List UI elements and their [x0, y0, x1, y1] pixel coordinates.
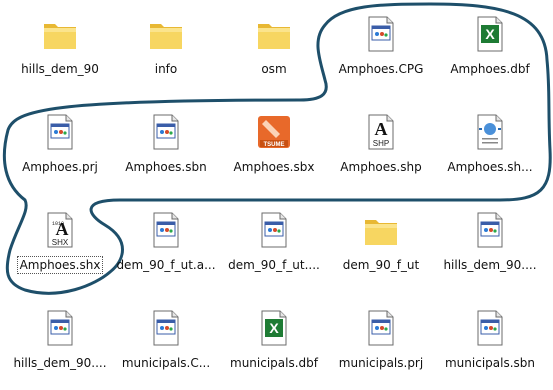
- generic-file-icon: [361, 14, 401, 54]
- generic-file-icon: [361, 308, 401, 348]
- file-item[interactable]: hills_dem_90: [6, 2, 114, 86]
- file-label: Amphoes.sbx: [233, 160, 315, 174]
- file-label: municipals.C...: [121, 356, 211, 370]
- file-label: hills_dem_90....: [443, 258, 537, 272]
- file-item[interactable]: Amphoes.sbn: [112, 100, 220, 184]
- file-label: Amphoes.prj: [22, 160, 98, 174]
- file-label: hills_dem_90: [21, 62, 99, 76]
- folder-icon: [146, 14, 186, 54]
- file-item[interactable]: Amphoes.prj: [6, 100, 114, 184]
- folder-icon: [361, 210, 401, 250]
- generic-file-icon: [470, 308, 510, 348]
- shp-file-icon: A SHP: [361, 112, 401, 152]
- generic-file-icon: [40, 112, 80, 152]
- folder-icon: [254, 14, 294, 54]
- file-label: info: [154, 62, 178, 76]
- shx-file-icon: 1010 A SHX: [40, 210, 80, 250]
- file-label: municipals.prj: [338, 356, 424, 370]
- file-item[interactable]: osm: [220, 2, 328, 86]
- folder-icon: [40, 14, 80, 54]
- file-label: municipals.sbn: [444, 356, 535, 370]
- file-item[interactable]: hills_dem_90....: [6, 296, 114, 380]
- file-item[interactable]: hills_dem_90....: [436, 198, 544, 282]
- file-label: Amphoes.sbn: [125, 160, 207, 174]
- file-label: Amphoes.dbf: [450, 62, 530, 76]
- generic-file-icon: [146, 210, 186, 250]
- svg-text:A: A: [56, 219, 69, 239]
- svg-text:SHX: SHX: [52, 238, 69, 247]
- file-item[interactable]: municipals.C...: [112, 296, 220, 380]
- file-item[interactable]: A SHP Amphoes.shp: [327, 100, 435, 184]
- file-item[interactable]: X Amphoes.dbf: [436, 2, 544, 86]
- generic-file-icon: [254, 210, 294, 250]
- file-item[interactable]: Amphoes.sh...: [436, 100, 544, 184]
- file-label: Amphoes.CPG: [338, 62, 424, 76]
- file-grid: hills_dem_90 info osm Amphoes.CPG X Amph…: [0, 0, 553, 390]
- file-label: hills_dem_90....: [13, 356, 107, 370]
- file-item[interactable]: X municipals.dbf: [220, 296, 328, 380]
- file-item[interactable]: dem_90_f_ut: [327, 198, 435, 282]
- file-label: Amphoes.shx: [16, 256, 104, 274]
- file-item[interactable]: TSUME Amphoes.sbx: [220, 100, 328, 184]
- generic-file-icon: [470, 210, 510, 250]
- file-label: Amphoes.sh...: [447, 160, 533, 174]
- file-label: dem_90_f_ut....: [228, 258, 320, 272]
- file-item[interactable]: Amphoes.CPG: [327, 2, 435, 86]
- xml-file-icon: [470, 112, 510, 152]
- tsume-file-icon: TSUME: [254, 112, 294, 152]
- file-item[interactable]: info: [112, 2, 220, 86]
- file-item[interactable]: 1010 A SHX Amphoes.shx: [6, 198, 114, 282]
- file-item[interactable]: dem_90_f_ut.a...: [112, 198, 220, 282]
- file-label: dem_90_f_ut: [342, 258, 420, 272]
- generic-file-icon: [40, 308, 80, 348]
- file-item[interactable]: dem_90_f_ut....: [220, 198, 328, 282]
- file-label: municipals.dbf: [230, 356, 318, 370]
- generic-file-icon: [146, 308, 186, 348]
- svg-text:X: X: [269, 320, 279, 336]
- file-item[interactable]: municipals.prj: [327, 296, 435, 380]
- file-label: Amphoes.shp: [340, 160, 422, 174]
- svg-text:X: X: [485, 26, 495, 42]
- file-label: osm: [261, 62, 287, 76]
- svg-text:A: A: [375, 119, 388, 139]
- svg-text:SHP: SHP: [373, 139, 389, 148]
- excel-file-icon: X: [254, 308, 294, 348]
- svg-text:TSUME: TSUME: [264, 142, 285, 148]
- generic-file-icon: [146, 112, 186, 152]
- file-item[interactable]: municipals.sbn: [436, 296, 544, 380]
- excel-file-icon: X: [470, 14, 510, 54]
- file-label: dem_90_f_ut.a...: [116, 258, 216, 272]
